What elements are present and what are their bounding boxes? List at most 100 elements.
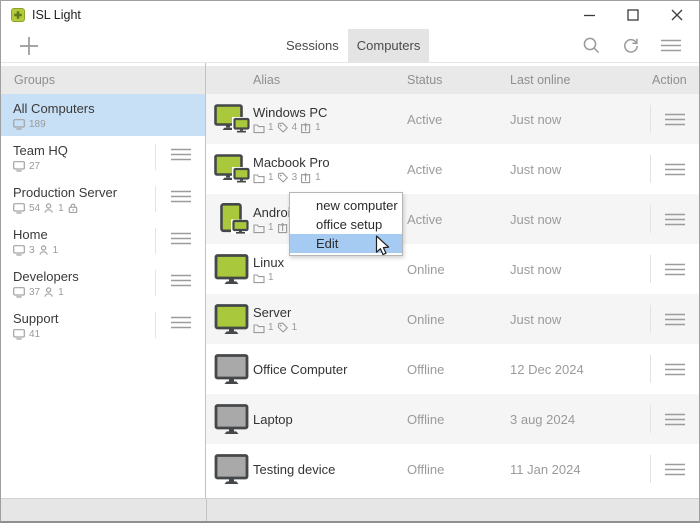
desktop-offline-icon	[214, 354, 250, 385]
table-header: Alias Status Last online Action	[206, 66, 699, 94]
search-button[interactable]	[571, 37, 611, 54]
row-actions-button[interactable]	[650, 194, 699, 244]
table-row[interactable]: Android 1 1 Active Just now	[206, 194, 699, 244]
status-bar	[1, 498, 699, 522]
group-actions-button[interactable]	[170, 148, 192, 166]
desktop-icon	[214, 304, 250, 335]
sidebar-item-team-hq[interactable]: Team HQ 27	[1, 136, 205, 178]
table-row[interactable]: Laptop Offline 3 aug 2024	[206, 394, 699, 444]
minimize-button[interactable]	[567, 1, 611, 29]
menu-icon	[664, 363, 686, 376]
status-value: Offline	[407, 362, 510, 377]
column-alias: Alias	[253, 73, 407, 87]
computer-alias: Macbook Pro	[253, 155, 407, 170]
folder-count: 1	[268, 272, 274, 283]
user-count: 1	[53, 245, 59, 256]
title-bar: ISL Light	[1, 1, 699, 29]
divider	[155, 144, 156, 170]
share-count: 1	[315, 122, 321, 133]
table-row[interactable]: Testing device Offline 11 Jan 2024	[206, 444, 699, 494]
search-icon	[583, 37, 600, 54]
tab-computers[interactable]: Computers	[348, 29, 430, 62]
user-count: 1	[58, 287, 64, 298]
share-icon	[300, 122, 312, 134]
last-online-value: Just now	[510, 312, 650, 327]
computer-count-icon	[13, 119, 25, 130]
group-actions-button[interactable]	[170, 232, 192, 250]
computer-count: 41	[29, 329, 40, 340]
user-count-icon	[44, 287, 54, 298]
menu-item-new-computer[interactable]: new computer	[290, 196, 402, 215]
group-actions-button[interactable]	[170, 274, 192, 292]
groups-header: Groups	[1, 66, 205, 94]
menu-item-edit[interactable]: Edit	[290, 234, 402, 253]
refresh-button[interactable]	[611, 37, 651, 55]
menu-icon	[664, 263, 686, 276]
computer-alias: Server	[253, 305, 407, 320]
tag-icon	[277, 172, 289, 184]
sidebar-item-developers[interactable]: Developers 37 1	[1, 262, 205, 304]
computer-count-icon	[13, 161, 25, 172]
new-session-button[interactable]	[1, 29, 57, 62]
main-menu-button[interactable]	[651, 39, 691, 52]
row-actions-button[interactable]	[650, 94, 699, 144]
row-actions-button[interactable]	[650, 244, 699, 294]
table-row[interactable]: Server 1 1 Online Just now	[206, 294, 699, 344]
maximize-button[interactable]	[611, 1, 655, 29]
menu-icon	[664, 113, 686, 126]
close-button[interactable]	[655, 1, 699, 29]
column-status: Status	[407, 73, 510, 87]
table-row[interactable]: Linux 1 Online Just now	[206, 244, 699, 294]
sidebar-item-all-computers[interactable]: All Computers 189	[1, 94, 205, 136]
row-actions-button[interactable]	[650, 394, 699, 444]
divider	[155, 270, 156, 296]
isl-light-window: ISL Light Sessions Computers	[0, 0, 700, 523]
status-value: Active	[407, 162, 510, 177]
row-actions-button[interactable]	[650, 294, 699, 344]
groups-sidebar: Groups All Computers 189 Team HQ 27	[1, 63, 206, 498]
column-action: Action	[650, 73, 699, 87]
computer-count: 54	[29, 203, 40, 214]
desktop-dual-icon	[214, 154, 252, 185]
menu-item-office-setup[interactable]: office setup	[290, 215, 402, 234]
folder-count: 1	[268, 122, 274, 133]
sidebar-item-production-server[interactable]: Production Server 54 1	[1, 178, 205, 220]
sidebar-item-home[interactable]: Home 3 1	[1, 220, 205, 262]
group-name: Team HQ	[13, 143, 68, 158]
computer-alias: Office Computer	[253, 362, 407, 377]
row-actions-button[interactable]	[650, 344, 699, 394]
row-actions-button[interactable]	[650, 444, 699, 494]
group-actions-button[interactable]	[170, 190, 192, 208]
row-actions-button[interactable]	[650, 144, 699, 194]
menu-icon	[170, 232, 192, 245]
menu-icon	[170, 316, 192, 329]
status-value: Offline	[407, 462, 510, 477]
menu-icon	[664, 463, 686, 476]
tag-count: 4	[292, 122, 298, 133]
folder-icon	[253, 222, 265, 234]
status-value: Offline	[407, 412, 510, 427]
table-row[interactable]: Office Computer Offline 12 Dec 2024	[206, 344, 699, 394]
group-actions-button[interactable]	[170, 316, 192, 334]
lock-icon	[68, 203, 78, 213]
folder-icon	[253, 172, 265, 184]
status-value: Active	[407, 112, 510, 127]
computer-count: 189	[29, 119, 46, 130]
column-last-online: Last online	[510, 73, 650, 87]
sidebar-item-support[interactable]: Support 41	[1, 304, 205, 346]
status-value: Online	[407, 312, 510, 327]
share-icon	[300, 172, 312, 184]
table-row[interactable]: Macbook Pro 1 3 1 Active Just now	[206, 144, 699, 194]
tab-sessions[interactable]: Sessions	[277, 29, 348, 62]
table-row[interactable]: Windows PC 1 4 1 Active Just now	[206, 94, 699, 144]
tag-count: 3	[292, 172, 298, 183]
computer-count-icon	[13, 203, 25, 214]
share-count: 1	[315, 172, 321, 183]
group-name: Production Server	[13, 185, 117, 200]
last-online-value: 3 aug 2024	[510, 412, 650, 427]
menu-icon	[660, 39, 682, 52]
window-title: ISL Light	[32, 8, 81, 22]
desktop-dual-icon	[214, 104, 252, 135]
tablet-icon	[214, 203, 252, 235]
menu-icon	[170, 148, 192, 161]
